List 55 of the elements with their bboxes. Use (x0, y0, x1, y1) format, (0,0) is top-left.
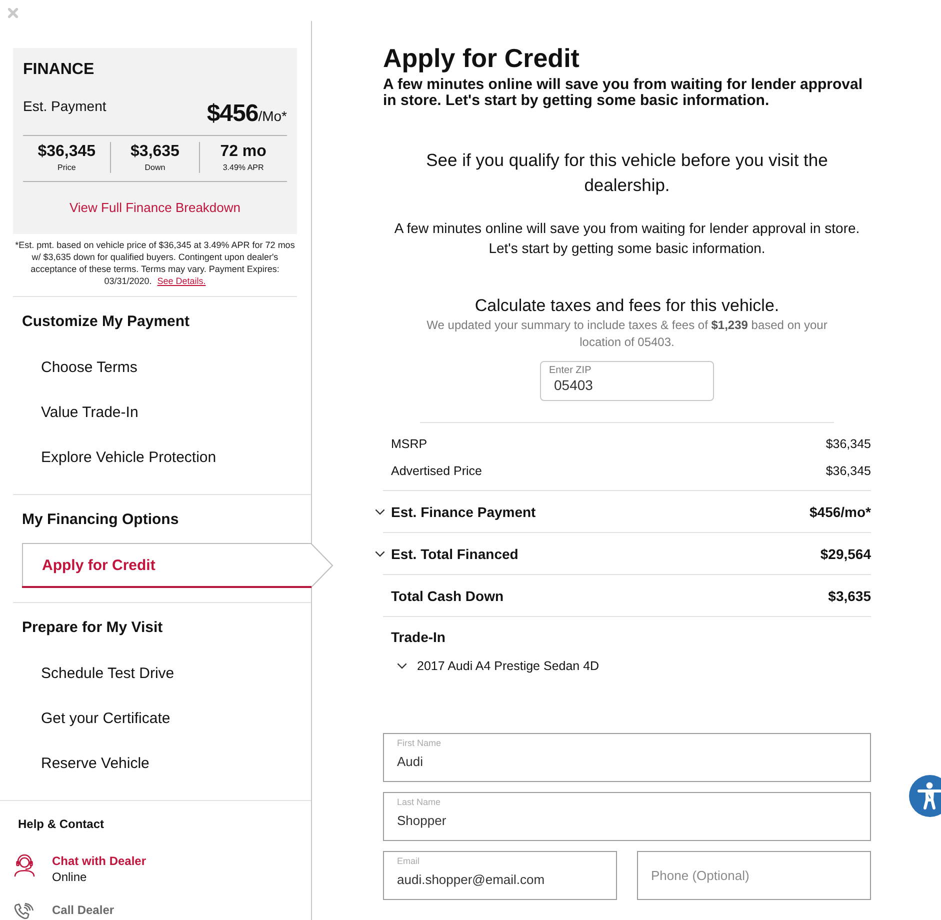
nav-item[interactable]: Get your Certificate (22, 696, 311, 741)
summary-value: $3,635 (828, 588, 871, 604)
stat-label: Price (58, 163, 76, 173)
chevron-down-icon[interactable] (397, 663, 407, 669)
summary-value: $456/mo* (810, 504, 871, 520)
stat-value: $36,345 (38, 143, 96, 161)
card-title: FINANCE (23, 60, 94, 80)
contact-name[interactable]: Call Dealer (52, 902, 114, 918)
see-details-link[interactable]: See Details. (157, 276, 206, 286)
field-label: Last Name (397, 797, 441, 808)
taxes-note: We updated your summary to include taxes & fees of $1,239 based on your location of 05403. (426, 317, 828, 351)
summary-label: Total Cash Down (391, 588, 504, 604)
nav-item[interactable]: Schedule Test Drive (22, 651, 311, 696)
page-subtitle: A few minutes online will save you from waiting for lender approval in store. Let's start by getting some basic information. (383, 77, 864, 109)
section-title: Customize My Payment (22, 312, 190, 332)
trade-in-title: Trade-In (391, 628, 446, 647)
taxes-heading: Calculate taxes and fees for this vehicle. (474, 295, 780, 317)
trade-in-vehicle[interactable]: 2017 Audi A4 Prestige Sedan 4D (397, 657, 600, 675)
stat-value: 72 mo (220, 143, 266, 161)
field-label: First Name (397, 738, 442, 749)
accessibility-icon[interactable] (909, 775, 941, 817)
contact-name[interactable]: Chat with Dealer (52, 853, 146, 869)
intro-heading: See if you qualify for this vehicle before you visit the dealership. (425, 149, 829, 197)
nav-item[interactable]: Value Trade-In (22, 390, 311, 435)
input-field[interactable]: Phone (Optional) (637, 851, 871, 900)
summary-label: Advertised Price (391, 464, 482, 478)
phone-icon[interactable] (14, 903, 34, 920)
section-title: Prepare for My Visit (22, 618, 163, 638)
summary-value: $29,564 (820, 546, 871, 562)
chevron-down-icon[interactable] (375, 550, 385, 556)
chevron-down-icon[interactable] (375, 508, 385, 514)
field-label: Email (397, 856, 420, 867)
contact-status: Online (52, 869, 87, 885)
disclaimer-text: *Est. pmt. based on vehicle price of $36,345 at 3.49% APR for 72 mos w/ $3,635 down for qualified buyers. Contingent upon dealer's acceptance of these terms. Terms may vary. Payment Expires: 03/31/2020. See Details. (14, 239, 296, 287)
section-title: My Financing Options (22, 510, 179, 530)
payment-amount: $456/Mo* (206, 100, 287, 129)
stat-label: Down (144, 163, 166, 173)
nav-item[interactable]: Apply for Credit (22, 543, 333, 588)
stat-value: $3,635 (130, 143, 180, 161)
summary-label: MSRP (391, 436, 428, 450)
headset-icon[interactable] (14, 854, 35, 877)
stat-label: 3.49% APR (222, 163, 264, 173)
summary-value: $36,345 (826, 464, 871, 478)
summary-label[interactable]: Est. Finance Payment (375, 504, 536, 520)
help-title: Help & Contact (18, 816, 104, 832)
field-label: Enter ZIP (549, 365, 592, 377)
page-title: Apply for Credit (383, 43, 580, 73)
summary-value: $36,345 (826, 436, 871, 450)
summary-label[interactable]: Est. Total Financed (375, 546, 518, 562)
nav-item[interactable]: Choose Terms (22, 345, 311, 390)
nav-item[interactable]: Explore Vehicle Protection (22, 435, 311, 480)
payment-label: Est. Payment (23, 97, 106, 116)
nav-item[interactable]: Reserve Vehicle (22, 741, 311, 786)
finance-breakdown-link[interactable]: View Full Finance Breakdown (69, 200, 240, 215)
intro-text: A few minutes online will save you from waiting for lender approval in store. Let's start by getting some basic information. (393, 219, 861, 258)
